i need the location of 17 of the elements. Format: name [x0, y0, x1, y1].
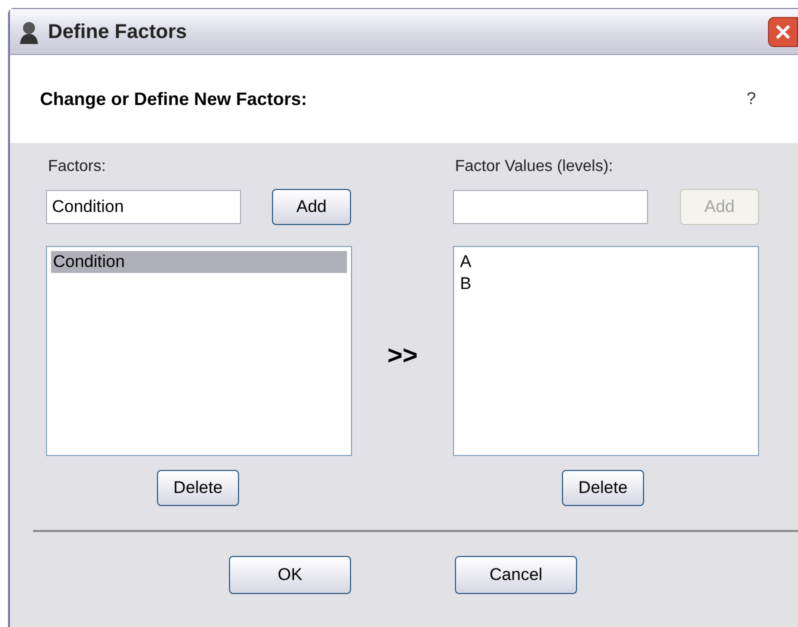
transfer-arrows: >> — [387, 339, 418, 372]
close-icon — [774, 22, 792, 40]
close-button[interactable] — [768, 16, 798, 46]
cancel-button[interactable]: Cancel — [455, 556, 577, 594]
ok-button[interactable]: OK — [229, 556, 351, 594]
window-title: Define Factors — [48, 20, 187, 44]
add-button[interactable]: Add — [272, 189, 351, 225]
help-mark[interactable]: ? — [746, 86, 756, 112]
delete-button[interactable]: Delete — [562, 470, 644, 506]
header-heading: Change or Define New Factors: — [40, 88, 308, 111]
input-field[interactable]: Condition — [46, 190, 241, 224]
figure-icon — [18, 20, 40, 44]
list-item[interactable]: Condition — [51, 251, 347, 273]
input-field[interactable] — [453, 190, 648, 224]
field-label: Factor Values (levels): — [455, 157, 614, 177]
field-label: Factors: — [48, 157, 107, 177]
delete-button[interactable]: Delete — [157, 470, 239, 506]
